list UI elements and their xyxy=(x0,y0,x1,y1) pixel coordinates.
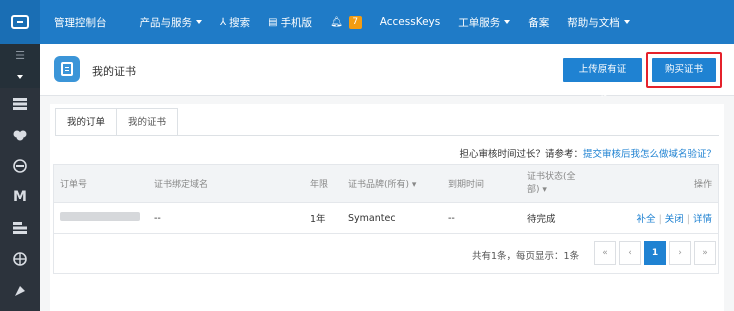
chevron-down-icon xyxy=(196,20,202,24)
cell-expire: -- xyxy=(448,212,455,224)
nav-search-label: 搜索 xyxy=(229,16,251,29)
col-brand[interactable]: 证书品牌(所有) ▾ xyxy=(348,177,416,190)
row-actions: 补全 | 关闭 | 详情 xyxy=(636,214,712,225)
top-nav: 管理控制台 产品与服务 ⅄ 搜索 ▤ 手机版 🔔︎ 7 AccessKeys 工单服务… xyxy=(40,0,639,44)
complete-link[interactable]: 补全 xyxy=(637,214,656,225)
tab-my-orders[interactable]: 我的订单 xyxy=(55,108,118,136)
cell-status: 待完成 xyxy=(527,214,556,225)
cdn-icon[interactable] xyxy=(0,150,40,181)
col-years: 年限 xyxy=(310,180,329,190)
notice-text: 担心审核时间过长？请参考： xyxy=(459,149,583,160)
order-id-redacted xyxy=(60,212,140,224)
nav-tickets[interactable]: 工单服务 xyxy=(449,0,519,44)
prev-page-button[interactable]: ‹ xyxy=(619,241,641,265)
cell-brand: Symantec xyxy=(348,212,396,224)
nav-beian-label: 备案 xyxy=(528,16,550,29)
col-brand-label: 证书品牌(所有) xyxy=(348,180,410,190)
col-status[interactable]: 证书状态(全部) ▾ xyxy=(527,171,587,197)
nav-search[interactable]: ⅄ 搜索 xyxy=(211,0,259,44)
domain-verification-link[interactable]: 提交审核后我怎么做域名验证？ xyxy=(583,149,716,160)
nav-products-label: 产品与服务 xyxy=(139,16,193,29)
upload-certificate-button[interactable]: 上传原有证书 xyxy=(563,58,642,99)
menu-toggle-icon[interactable]: ☰ xyxy=(0,44,40,66)
cell-domain: -- xyxy=(154,212,161,224)
tag-icon[interactable] xyxy=(0,274,40,305)
nav-help-label: 帮助与文档 xyxy=(567,16,620,29)
list-icon[interactable] xyxy=(0,212,40,243)
search-icon: ⅄ xyxy=(220,16,227,28)
page-title: 我的证书 xyxy=(92,65,136,78)
nav-beian[interactable]: 备案 xyxy=(519,0,558,44)
col-order-no: 订单号 xyxy=(60,180,88,190)
col-domain: 证书绑定域名 xyxy=(154,180,209,190)
nav-mobile[interactable]: ▤ 手机版 xyxy=(259,0,321,44)
storage-icon[interactable] xyxy=(0,88,40,119)
chevron-down-icon xyxy=(623,20,630,24)
certificate-icon xyxy=(54,56,80,82)
nav-console-label: 管理控制台 xyxy=(54,16,107,29)
next-page-button[interactable]: › xyxy=(669,241,691,265)
content-card: 我的订单 我的证书 担心审核时间过长？请参考：提交审核后我怎么做域名验证？ 订单… xyxy=(50,104,724,311)
nav-products[interactable]: 产品与服务 xyxy=(131,0,212,44)
m-icon[interactable]: M xyxy=(0,181,40,212)
nav-console[interactable]: 管理控制台 xyxy=(40,0,131,44)
tab-divider xyxy=(55,135,719,136)
nav-accesskeys[interactable]: AccessKeys xyxy=(371,0,449,44)
page-header: 我的证书 上传原有证书 购买证书 xyxy=(40,44,734,99)
bell-icon: 🔔︎ xyxy=(330,16,343,28)
pagination-summary: 共有1条，每页显示：1条 xyxy=(472,251,580,262)
cloud-icon[interactable] xyxy=(0,119,40,150)
tab-bar: 我的订单 我的证书 xyxy=(55,108,179,136)
nav-accesskeys-label: AccessKeys xyxy=(379,16,441,28)
mobile-icon: ▤ xyxy=(268,16,278,28)
close-link[interactable]: 关闭 xyxy=(665,214,684,225)
nav-tickets-label: 工单服务 xyxy=(458,16,501,29)
main-content: 我的证书 上传原有证书 购买证书 我的订单 我的证书 担心审核时间过长？请参考：… xyxy=(40,44,734,311)
col-status-label: 证书状态(全部) xyxy=(527,171,576,195)
nav-mobile-label: 手机版 xyxy=(280,16,313,29)
page-1-button[interactable]: 1 xyxy=(644,241,666,265)
chevron-down-icon xyxy=(17,75,23,79)
top-navbar: 管理控制台 产品与服务 ⅄ 搜索 ▤ 手机版 🔔︎ 7 AccessKeys 工单服务… xyxy=(0,0,734,44)
notification-badge: 7 xyxy=(348,15,362,29)
table-row: -- 1年 Symantec -- 待完成 补全 | 关闭 | 详情 xyxy=(54,203,718,233)
buy-certificate-button[interactable]: 购买证书 xyxy=(652,58,716,82)
orders-table: 订单号 证书绑定域名 年限 证书品牌(所有) ▾ 到期时间 证书状态(全部) ▾… xyxy=(53,164,719,274)
last-page-button[interactable]: » xyxy=(694,241,716,265)
help-notice: 担心审核时间过长？请参考：提交审核后我怎么做域名验证？ xyxy=(459,146,716,160)
sidebar: ☰ M xyxy=(0,44,40,311)
col-ops: 操作 xyxy=(693,180,712,190)
tab-my-certificates[interactable]: 我的证书 xyxy=(116,108,179,136)
logo-icon xyxy=(11,15,29,29)
details-link[interactable]: 详情 xyxy=(693,214,712,225)
col-expire: 到期时间 xyxy=(448,180,485,190)
pagination-bar: 共有1条，每页显示：1条 « ‹ 1 › » xyxy=(54,233,718,273)
aliyun-logo[interactable] xyxy=(0,0,40,44)
chevron-down-icon xyxy=(504,20,511,24)
nav-notifications[interactable]: 🔔︎ 7 xyxy=(321,0,371,44)
table-header: 订单号 证书绑定域名 年限 证书品牌(所有) ▾ 到期时间 证书状态(全部) ▾… xyxy=(54,165,718,203)
globe-icon[interactable] xyxy=(0,243,40,274)
cell-years: 1年 xyxy=(310,214,326,225)
sidebar-expand[interactable] xyxy=(0,66,40,88)
first-page-button[interactable]: « xyxy=(594,241,616,265)
nav-help[interactable]: 帮助与文档 xyxy=(558,0,639,44)
pager: « ‹ 1 › » xyxy=(591,241,716,265)
